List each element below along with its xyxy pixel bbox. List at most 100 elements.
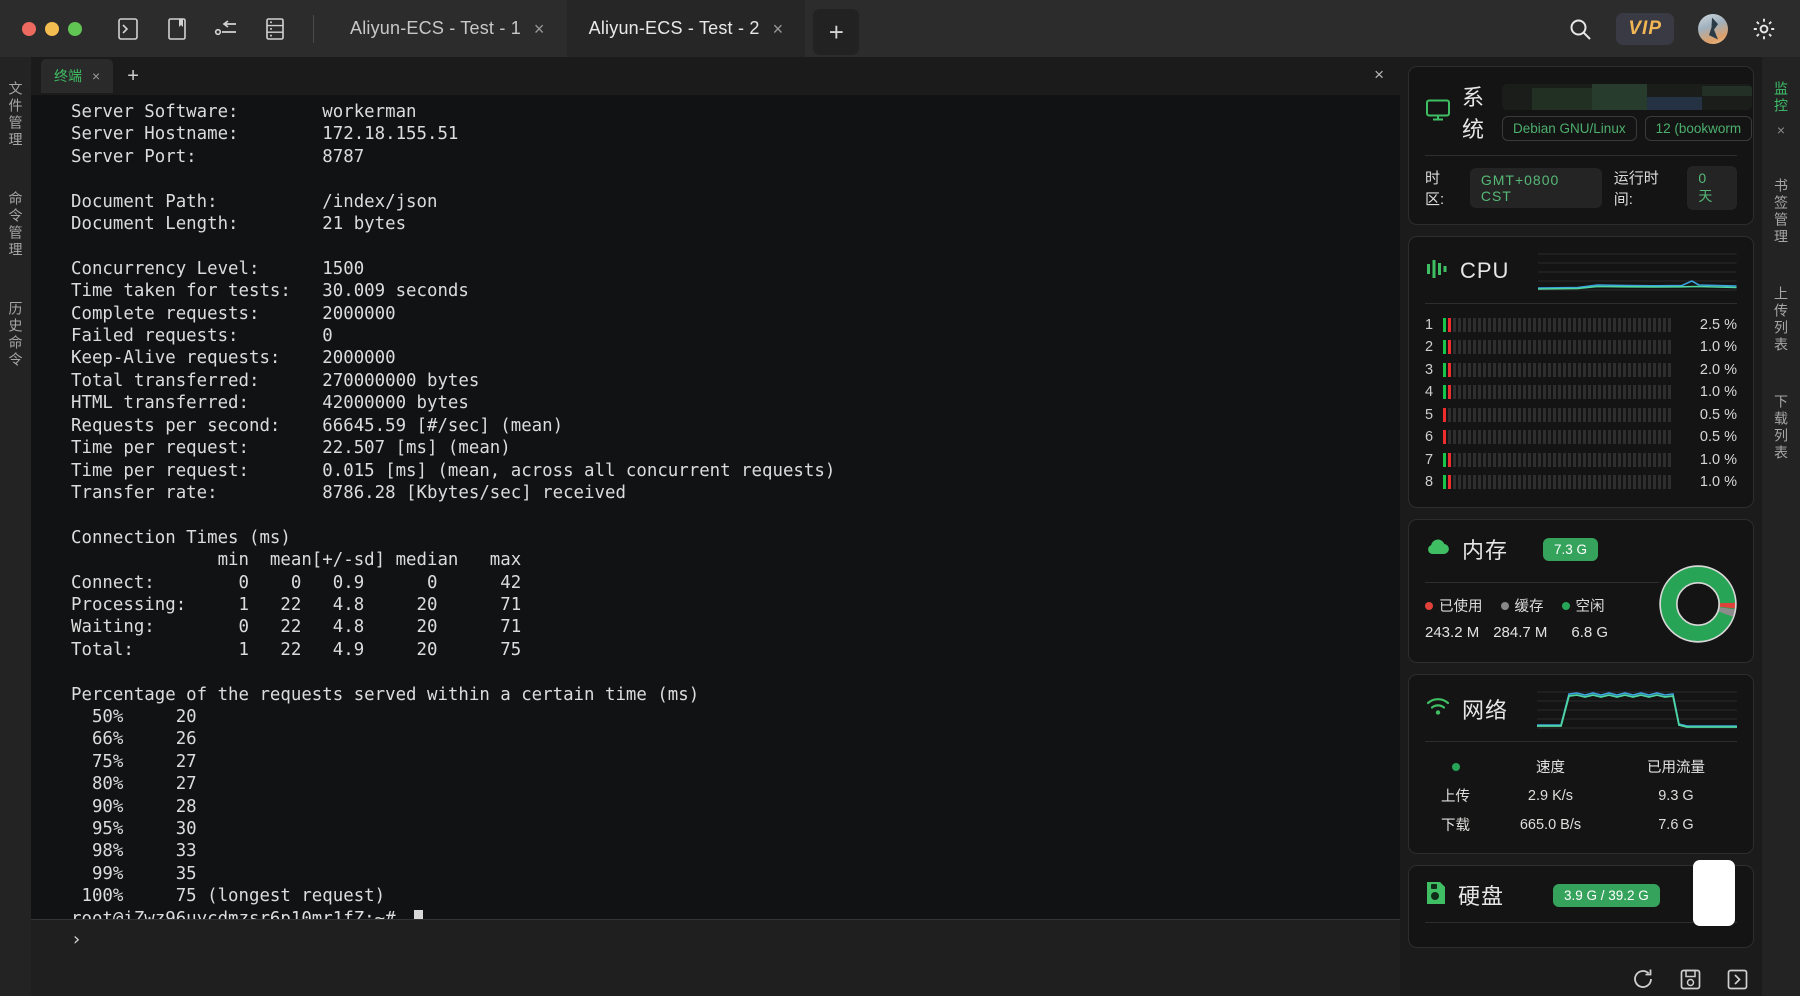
maximize-window-button[interactable] <box>68 21 82 36</box>
sidebar-item-download-list[interactable]: 下载列表 <box>1771 394 1791 462</box>
cpu-segment <box>1553 385 1556 400</box>
sftp-icon[interactable] <box>214 17 238 41</box>
cpu-segment <box>1643 452 1646 467</box>
sidebar-item-history-commands[interactable]: 历史命令 <box>6 301 26 369</box>
divider <box>1425 922 1737 923</box>
memory-cache-label: 缓存 <box>1514 599 1544 615</box>
cpu-segment <box>1548 340 1551 355</box>
cpu-segment <box>1663 452 1666 467</box>
disk-icon <box>1425 881 1447 910</box>
cpu-segment <box>1458 317 1461 332</box>
sidebar-item-upload-list[interactable]: 上传列表 <box>1771 286 1791 354</box>
system-sparkline <box>1502 83 1753 110</box>
sidebar-item-bookmarks[interactable]: 书签管理 <box>1771 178 1791 246</box>
cpu-segment <box>1568 452 1571 467</box>
close-window-button[interactable] <box>22 21 36 36</box>
cpu-segment <box>1453 452 1456 467</box>
cpu-segment <box>1458 452 1461 467</box>
network-upload-speed: 2.9 K/s <box>1527 787 1574 804</box>
cpu-segment <box>1648 317 1651 332</box>
cpu-segment <box>1623 430 1626 445</box>
memory-free-label: 空闲 <box>1575 599 1605 615</box>
cpu-segment <box>1653 430 1656 445</box>
command-input-bar[interactable]: › <box>31 919 1400 959</box>
cpu-segment <box>1453 317 1456 332</box>
timezone-label: 时区: <box>1425 170 1445 208</box>
cpu-segment <box>1493 430 1496 445</box>
network-card-header: 网络 <box>1425 688 1737 730</box>
window-tab-2[interactable]: Aliyun-ECS - Test - 2 × <box>566 0 806 57</box>
sidebar-item-file-manager[interactable]: 文件管理 <box>6 81 26 149</box>
cpu-core-row: 2 1.0 % <box>1425 337 1737 359</box>
add-terminal-tab-button[interactable]: + <box>127 65 139 88</box>
close-icon[interactable]: × <box>534 20 545 38</box>
close-icon[interactable]: × <box>1777 122 1785 138</box>
book-icon[interactable] <box>165 17 189 41</box>
cpu-segment <box>1583 430 1586 445</box>
search-icon[interactable] <box>1568 17 1592 41</box>
cpu-segment <box>1468 340 1471 355</box>
command-input[interactable] <box>93 931 1400 948</box>
cpu-core-index: 5 <box>1425 406 1434 423</box>
window-tab-1[interactable]: Aliyun-ECS - Test - 1 × <box>328 0 567 57</box>
terminal-tab[interactable]: 终端 × <box>41 59 114 93</box>
cpu-segment <box>1608 407 1611 422</box>
os-pills: Debian GNU/Linux 12 (bookworm <box>1502 115 1753 141</box>
close-icon[interactable]: × <box>773 20 784 38</box>
cpu-segment <box>1628 340 1631 355</box>
cpu-core-index: 1 <box>1425 316 1434 333</box>
cpu-segment <box>1648 430 1651 445</box>
cpu-segment <box>1443 362 1446 377</box>
cpu-segment <box>1478 475 1481 490</box>
cpu-segment <box>1588 362 1591 377</box>
cpu-segment <box>1583 317 1586 332</box>
cpu-segment <box>1613 430 1616 445</box>
cpu-segment <box>1518 430 1521 445</box>
cpu-segment <box>1518 385 1521 400</box>
cpu-segment <box>1513 475 1516 490</box>
cpu-core-row: 4 1.0 % <box>1425 382 1737 404</box>
cpu-segment <box>1623 407 1626 422</box>
memory-used-label: 已使用 <box>1439 599 1483 615</box>
new-tab-button[interactable]: + <box>813 9 860 55</box>
cpu-segment <box>1568 475 1571 490</box>
cpu-segment <box>1468 452 1471 467</box>
cpu-segment <box>1623 475 1626 490</box>
cpu-segment <box>1603 407 1606 422</box>
sidebar-item-monitor[interactable]: 监控 <box>1771 81 1791 115</box>
sidebar-item-command-manager[interactable]: 命令管理 <box>6 191 26 259</box>
cpu-segment <box>1443 317 1446 332</box>
memory-values: 243.2 M 284.7 M 6.8 G <box>1425 624 1659 641</box>
save-icon[interactable] <box>1680 969 1701 990</box>
cpu-segment <box>1468 407 1471 422</box>
cpu-segment <box>1578 475 1581 490</box>
cpu-segment <box>1568 362 1571 377</box>
legend-dot-cache <box>1500 601 1509 610</box>
cpu-segment <box>1573 317 1576 332</box>
vip-button[interactable]: VIP <box>1616 12 1674 45</box>
close-icon[interactable]: × <box>1374 65 1384 85</box>
expand-icon[interactable] <box>1727 969 1748 990</box>
cpu-core-bar <box>1443 475 1671 490</box>
server-icon[interactable] <box>263 17 287 41</box>
gear-icon[interactable] <box>1752 17 1776 41</box>
cpu-segment <box>1458 407 1461 422</box>
terminal-icon[interactable] <box>116 17 140 41</box>
cpu-segment <box>1493 385 1496 400</box>
cpu-segment <box>1653 317 1656 332</box>
cpu-segment <box>1638 317 1641 332</box>
close-icon[interactable]: × <box>92 68 100 84</box>
cpu-segment <box>1588 385 1591 400</box>
cpu-core-percent: 2.0 % <box>1699 361 1737 378</box>
terminal-output[interactable]: Server Software: workerman Server Hostna… <box>31 95 1400 919</box>
cpu-segment <box>1533 362 1536 377</box>
cpu-segment <box>1528 340 1531 355</box>
cpu-core-percent: 1.0 % <box>1699 474 1737 491</box>
avatar[interactable] <box>1698 13 1728 44</box>
cpu-segment <box>1513 362 1516 377</box>
cpu-segment <box>1563 430 1566 445</box>
minimize-window-button[interactable] <box>45 21 59 36</box>
refresh-icon[interactable] <box>1632 968 1654 990</box>
cpu-segment <box>1593 407 1596 422</box>
cpu-segment <box>1633 430 1636 445</box>
